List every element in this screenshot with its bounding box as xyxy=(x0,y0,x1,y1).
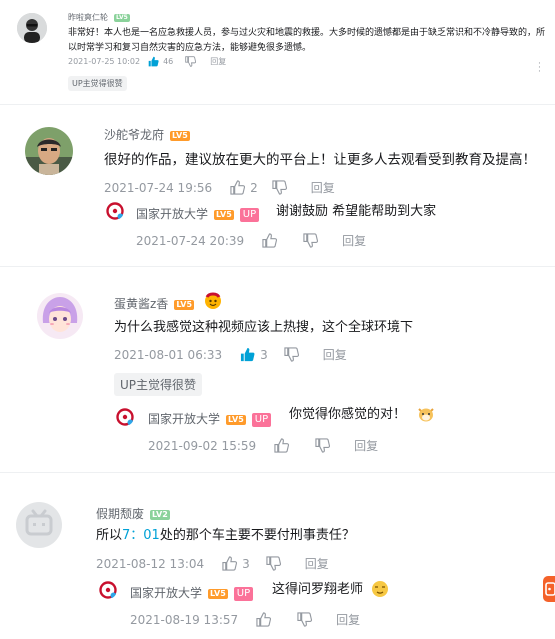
reply-button[interactable]: 回复 xyxy=(305,555,329,572)
up-liked-tag: UP主觉得很赞 xyxy=(68,76,127,91)
like-count: 2 xyxy=(250,180,258,195)
comment-meta: 2021-08-01 06:33 3 回复 xyxy=(114,346,347,363)
comment-time: 2021-08-01 06:33 xyxy=(114,347,223,362)
reply-text: 你觉得你感觉的对！ xyxy=(289,407,407,422)
emoji-icon xyxy=(204,292,222,310)
up-badge: UP xyxy=(233,586,254,601)
avatar[interactable] xyxy=(106,202,124,220)
reply-button[interactable]: 回复 xyxy=(323,346,347,363)
thumb-up-icon xyxy=(230,180,246,195)
username[interactable]: 假期颓废 xyxy=(96,507,144,521)
comment-text-prefix: 所以 xyxy=(96,528,123,543)
divider xyxy=(0,266,555,267)
thumb-down-icon[interactable] xyxy=(266,556,281,571)
like-count: 3 xyxy=(260,347,268,362)
reply-meta: 2021-09-02 15:59 回复 xyxy=(148,437,378,454)
up-badge: UP xyxy=(251,412,272,427)
level-badge: LV5 xyxy=(174,299,195,310)
username[interactable]: 国家开放大学 xyxy=(130,586,202,600)
like-button[interactable]: 3 xyxy=(240,347,268,362)
comment-time: 2021-08-12 13:04 xyxy=(96,556,205,571)
divider xyxy=(0,104,555,105)
reply-meta: 2021-07-24 20:39 回复 xyxy=(136,232,366,249)
username[interactable]: 国家开放大学 xyxy=(136,207,208,221)
avatar[interactable] xyxy=(25,127,73,175)
comment-time: 2021-07-24 19:56 xyxy=(104,180,213,195)
comment-meta: 2021-08-12 13:04 3 回复 xyxy=(96,555,329,572)
reply-button[interactable]: 回复 xyxy=(311,179,335,196)
level-badge: LV5 xyxy=(214,209,234,220)
comment-meta: 2021-07-25 10:02 46 回复 xyxy=(68,56,226,67)
username[interactable]: 蛋黄酱z香 xyxy=(114,297,168,311)
avatar[interactable] xyxy=(37,293,83,339)
level-badge: LV5 xyxy=(114,13,130,22)
float-tab-icon[interactable] xyxy=(543,576,555,602)
emoji-icon xyxy=(371,580,389,598)
avatar[interactable] xyxy=(116,408,134,426)
up-badge: UP xyxy=(239,207,260,222)
comment-text: 非常好！本人也是一名应急救援人员，参与过火灾和地震的救援。大多时候的遗憾都是由于… xyxy=(68,28,546,53)
level-badge: LV2 xyxy=(150,509,170,520)
emoji-icon xyxy=(417,405,435,423)
thumb-down-icon[interactable] xyxy=(185,56,197,67)
thumb-up-icon xyxy=(222,556,238,571)
like-count: 3 xyxy=(242,556,250,571)
reply-button[interactable]: 回复 xyxy=(210,56,226,67)
comment-text-suffix: 处的那个车主要不要付刑事责任？ xyxy=(159,528,355,543)
reply-button[interactable]: 回复 xyxy=(336,611,360,628)
like-count: 46 xyxy=(163,57,174,66)
avatar[interactable] xyxy=(17,13,47,43)
thumb-up-icon xyxy=(148,56,159,67)
comment-time: 2021-07-25 10:02 xyxy=(68,57,141,66)
username[interactable]: 沙舵爷龙府 xyxy=(104,128,164,142)
like-button[interactable]: 3 xyxy=(222,556,250,571)
reply-text: 这得问罗翔老师 xyxy=(272,582,364,597)
up-liked-tag: UP主觉得很赞 xyxy=(114,373,203,396)
like-button[interactable]: 46 xyxy=(148,56,173,67)
reply-time: 2021-08-19 13:57 xyxy=(130,612,239,627)
more-icon[interactable]: · · · xyxy=(538,60,544,77)
level-badge: LV5 xyxy=(170,130,190,141)
reply-button[interactable]: 回复 xyxy=(342,232,366,249)
level-badge: LV5 xyxy=(208,588,228,599)
thumb-down-icon[interactable] xyxy=(315,438,331,453)
comment-text: 为什么我感觉这种视频应该上热搜，这个全球环境下 xyxy=(114,320,414,335)
avatar[interactable] xyxy=(99,581,117,599)
thumb-up-icon xyxy=(240,347,255,362)
thumb-down-icon[interactable] xyxy=(272,180,287,195)
level-badge: LV5 xyxy=(226,414,246,425)
divider xyxy=(0,472,555,473)
thumb-down-icon[interactable] xyxy=(284,347,299,362)
reply-button[interactable]: 回复 xyxy=(354,437,378,454)
username[interactable]: 国家开放大学 xyxy=(148,412,220,426)
thumb-down-icon[interactable] xyxy=(303,233,319,248)
comment-text: 很好的作品，建议放在更大的平台上！让更多人去观看受到教育及提高！ xyxy=(104,152,536,168)
reply-time: 2021-07-24 20:39 xyxy=(136,233,245,248)
thumb-down-icon[interactable] xyxy=(297,612,313,627)
timestamp-link[interactable]: 7：01 xyxy=(122,528,160,543)
comment-text: 所以7：01处的那个车主要不要付刑事责任？ xyxy=(96,526,355,546)
reply-time: 2021-09-02 15:59 xyxy=(148,438,257,453)
avatar[interactable] xyxy=(16,502,62,548)
like-button[interactable]: 2 xyxy=(230,180,258,195)
thumb-up-icon[interactable] xyxy=(256,612,272,627)
thumb-up-icon[interactable] xyxy=(274,438,290,453)
reply-text: 谢谢鼓励 希望能帮助到大家 xyxy=(276,204,437,219)
thumb-up-icon[interactable] xyxy=(262,233,278,248)
reply-meta: 2021-08-19 13:57 回复 xyxy=(130,611,360,628)
comment-meta: 2021-07-24 19:56 2 回复 xyxy=(104,179,335,196)
username[interactable]: 昨啦爽仁轮 xyxy=(68,13,108,22)
